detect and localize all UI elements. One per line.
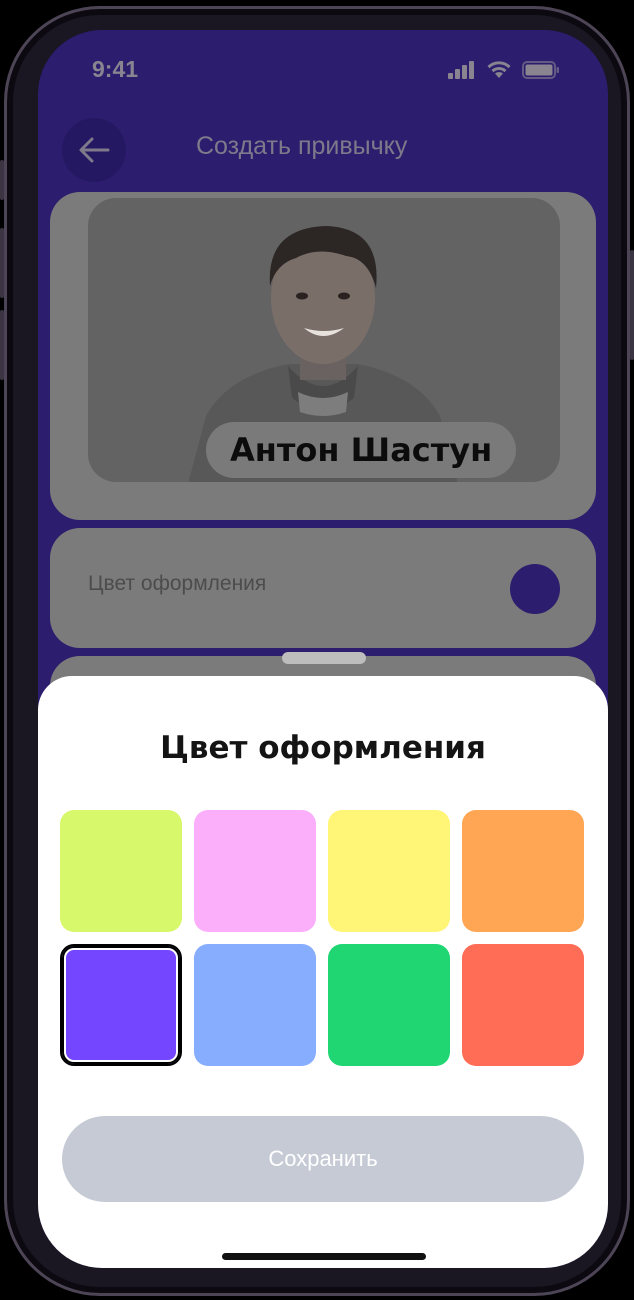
page-title: Создать привычку — [196, 132, 408, 160]
volume-down-button — [0, 310, 4, 380]
color-swatch-green[interactable] — [328, 944, 450, 1066]
color-swatch-violet[interactable] — [60, 944, 182, 1066]
color-swatch-orange[interactable] — [462, 810, 584, 932]
color-picker-sheet: Цвет оформления Сохранить — [38, 676, 608, 1268]
current-color-dot — [510, 564, 560, 614]
action-button — [0, 160, 4, 200]
volume-up-button — [0, 228, 4, 298]
color-swatch-lime[interactable] — [60, 810, 182, 932]
status-time: 9:41 — [92, 56, 139, 82]
color-swatch-red[interactable] — [462, 944, 584, 1066]
color-swatch-blue[interactable] — [194, 944, 316, 1066]
save-button[interactable]: Сохранить — [62, 1116, 584, 1202]
status-icons — [448, 60, 560, 79]
signal-icon — [448, 60, 474, 79]
swatch-grid — [60, 810, 586, 1066]
color-swatch-yellow[interactable] — [328, 810, 450, 932]
profile-name: Антон Шастун — [206, 422, 517, 478]
sheet-grabber[interactable] — [282, 652, 366, 664]
home-indicator — [222, 1253, 426, 1260]
color-setting-label: Цвет оформления — [88, 572, 267, 595]
power-button — [630, 250, 634, 360]
sheet-title: Цвет оформления — [160, 730, 486, 766]
arrow-left-icon — [79, 137, 110, 163]
battery-icon — [522, 60, 559, 79]
color-setting-row[interactable]: Цвет оформления — [50, 528, 596, 648]
profile-photo[interactable]: Антон Шастун — [88, 198, 560, 482]
header: Создать привычку — [38, 110, 608, 190]
color-swatch-pink[interactable] — [194, 810, 316, 932]
status-bar: 9:41 — [38, 30, 608, 110]
profile-card: Антон Шастун — [50, 192, 596, 520]
back-button[interactable] — [62, 118, 126, 182]
screen: 9:41 Создать привычку Антон Шастун Цвет … — [38, 30, 608, 1268]
wifi-icon — [487, 61, 511, 78]
